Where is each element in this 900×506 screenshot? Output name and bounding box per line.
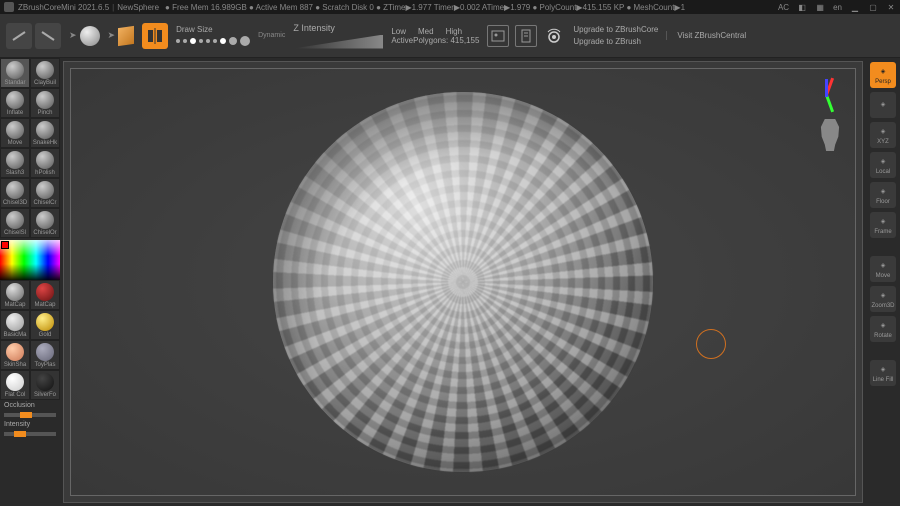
cube-preview[interactable] [118,25,134,45]
rp-floor-btn[interactable]: ◈Floor [870,182,896,208]
occlusion-label: Occlusion [0,400,60,411]
active-poly-label: ActivePolygons: [391,36,448,45]
intensity-slider[interactable] [4,432,56,436]
upgrade-core-link[interactable]: Upgrade to ZBrushCore [573,24,658,35]
rp-xyz-btn[interactable]: ◈XYZ [870,122,896,148]
rp-persp-btn[interactable]: ◈Persp [870,62,896,88]
lang: en [833,3,842,12]
material-gold[interactable]: Gold [30,310,60,340]
app-name: ZBrushCoreMini 2021.6.5 [18,3,109,12]
visit-central-link[interactable]: Visit ZBrushCentral [666,31,746,40]
upgrade-zbrush-link[interactable]: Upgrade to ZBrush [573,36,658,47]
dynamic-label: Dynamic [258,32,285,39]
material-flat col[interactable]: Flat Col [0,370,30,400]
brush-hpolish[interactable]: hPolish [30,148,60,178]
draw-size-slider[interactable] [176,36,250,46]
arrow-icon: ➤ [69,30,77,41]
brush-chiselcr[interactable]: ChiselCr [30,178,60,208]
rp-zoom-btn[interactable]: ◈Zoom3D [870,286,896,312]
brush-chiselsl[interactable]: ChiselSl [0,208,30,238]
minimize-icon[interactable]: ▁ [850,2,860,12]
low-label[interactable]: Low [391,27,406,36]
brush-cursor [696,329,726,359]
grid-icon[interactable]: ▦ [815,2,825,12]
brush-claybuil[interactable]: ClayBuil [30,58,60,88]
head-reference[interactable] [817,119,843,151]
brush-standar[interactable]: Standar [0,58,30,88]
color-picker[interactable] [0,240,60,280]
brush-chisel3d[interactable]: Chisel3D [0,178,30,208]
material-toyplas[interactable]: ToyPlas [30,340,60,370]
material-silverfo[interactable]: SilverFo [30,370,60,400]
canvas-3d[interactable] [70,68,856,496]
material-matcap[interactable]: MatCap [30,280,60,310]
sculpt-mesh[interactable] [273,92,653,472]
stroke-btn-2[interactable] [35,23,61,49]
left-panel: StandarClayBuilInflatePinchMoveSnakeHkSl… [0,58,60,506]
axis-gizmo[interactable] [809,77,845,113]
z-intensity-label: Z Intensity [293,23,383,33]
brush-move[interactable]: Move [0,118,30,148]
palette-icon[interactable]: ◧ [797,2,807,12]
document-icon[interactable] [515,25,537,47]
close-icon[interactable]: ✕ [886,2,896,12]
rp-linefill-btn[interactable]: ◈Line Fill [870,360,896,386]
brush-inflate[interactable]: Inflate [0,88,30,118]
stats: ● Free Mem 16.989GB ● Active Mem 887 ● S… [165,3,685,12]
med-label[interactable]: Med [418,27,434,36]
high-label[interactable]: High [446,27,462,36]
draw-size-label: Draw Size [176,25,250,34]
doc-name: NewSphere [117,3,159,12]
app-logo [4,2,14,12]
maximize-icon[interactable]: ▢ [868,2,878,12]
titlebar: ZBrushCoreMini 2021.6.5 | NewSphere ● Fr… [0,0,900,14]
image-icon[interactable] [487,25,509,47]
intensity-label: Intensity [0,419,60,430]
z-intensity-slider[interactable] [293,35,383,49]
symmetry-btn[interactable] [142,23,168,49]
ac-label: AC [778,3,789,12]
rp-move-btn[interactable]: ◈Move [870,256,896,282]
material-matcap[interactable]: MatCap [0,280,30,310]
color-swatch[interactable] [1,241,9,249]
sphere-preview[interactable] [80,26,100,46]
right-panel: ◈Persp ◈ ◈XYZ ◈Local ◈Floor ◈Frame ◈Move ◈Zoom3… [866,58,900,506]
material-basicma[interactable]: BasicMa [0,310,30,340]
brush-chiselor[interactable]: ChiselOr [30,208,60,238]
brush-slash3[interactable]: Slash3 [0,148,30,178]
camera-icon[interactable] [543,25,565,47]
occlusion-slider[interactable] [4,413,56,417]
rp-local-btn[interactable]: ◈Local [870,152,896,178]
material-skinsha[interactable]: SkinSha [0,340,30,370]
active-poly-value: 415,155 [450,36,479,45]
arrow-icon-2: ➤ [108,30,116,41]
brush-snakehk[interactable]: SnakeHk [30,118,60,148]
rp-frame2-btn[interactable]: ◈Frame [870,212,896,238]
top-toolbar: ➤ ➤ Draw Size Dynamic Z Intensity Low Me… [0,14,900,58]
rp-rotate-btn[interactable]: ◈Rotate [870,316,896,342]
rp-frame-btn[interactable]: ◈ [870,92,896,118]
stroke-btn-1[interactable] [6,23,32,49]
brush-pinch[interactable]: Pinch [30,88,60,118]
viewport[interactable] [63,61,863,503]
